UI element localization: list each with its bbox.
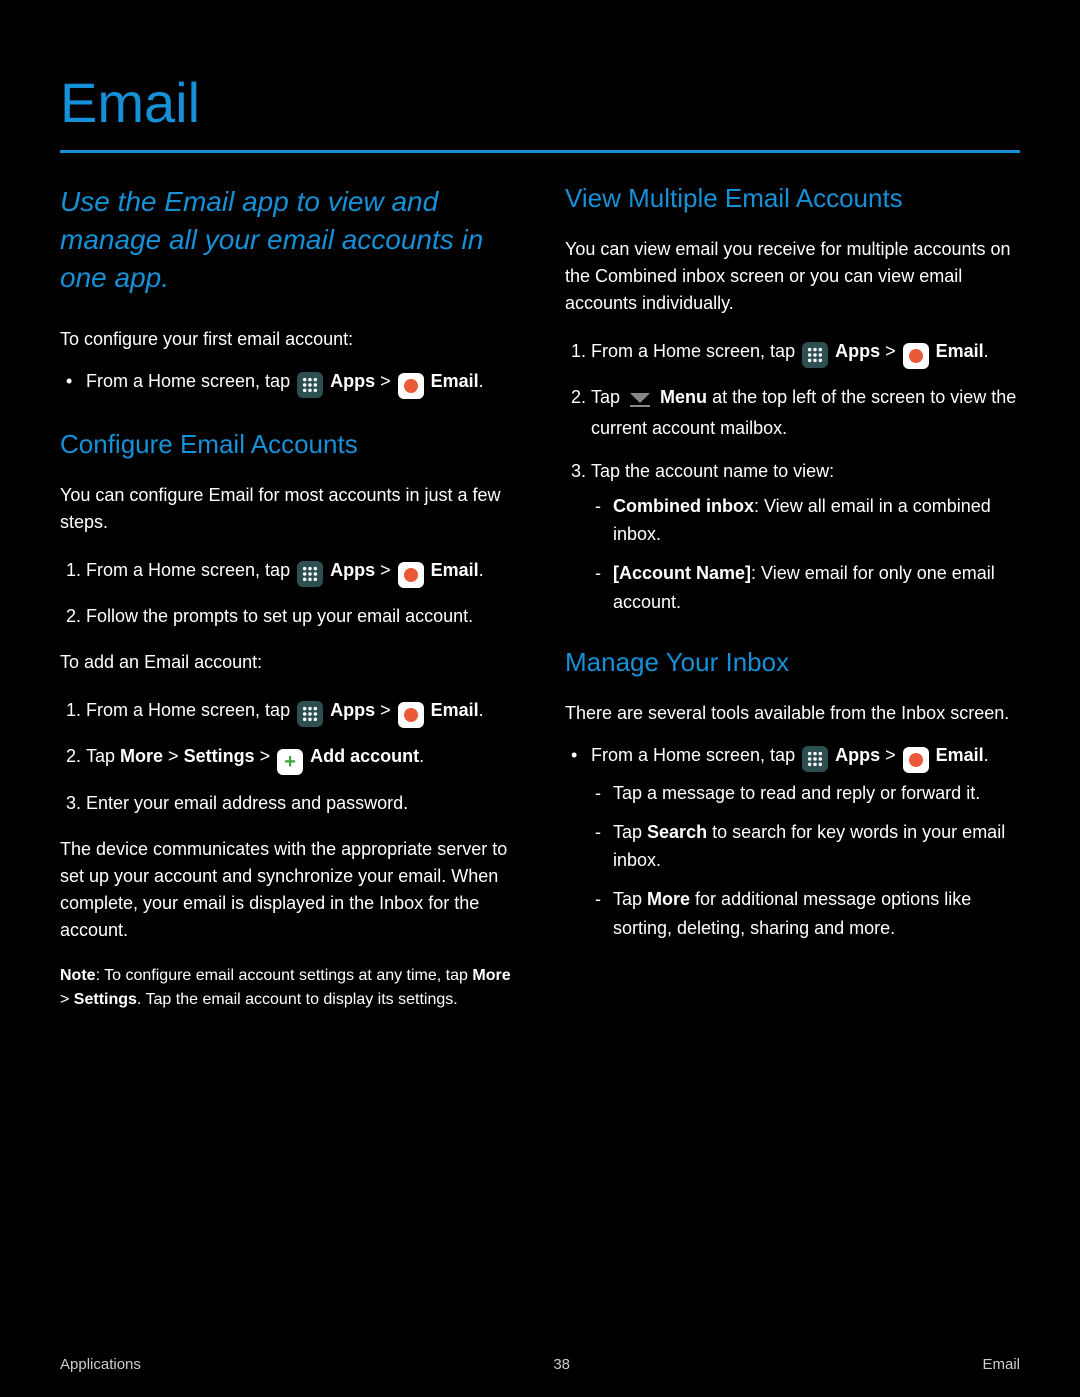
text: More [647, 889, 690, 909]
configure-steps-2: From a Home screen, tap Apps > Email. Ta… [60, 696, 515, 818]
text: . [419, 746, 424, 766]
apps-label: Apps [330, 371, 375, 391]
text: > [380, 700, 396, 720]
step-follow-prompts: Follow the prompts to set up your email … [86, 602, 515, 631]
auto-sync-desc: The device communicates with the appropr… [60, 836, 515, 944]
text: From a Home screen, tap [86, 560, 295, 580]
manage-list: From a Home screen, tap Apps > Email. Ta… [565, 741, 1020, 943]
menu-icon [627, 388, 653, 414]
page: Email Use the Email app to view and mana… [0, 0, 1080, 1012]
text: Tap [591, 387, 625, 407]
manage-sub: Tap a message to read and reply or forwa… [591, 779, 1020, 943]
text: . [479, 700, 484, 720]
manage-more: Tap More for additional message options … [613, 885, 1020, 943]
apps-icon [297, 561, 323, 587]
text: From a Home screen, tap [591, 745, 800, 765]
opt-account-name: [Account Name]: View email for only one … [613, 559, 1020, 617]
note: Note: To configure email account setting… [60, 964, 515, 1012]
menu-label: Menu [660, 387, 707, 407]
text: [Account Name] [613, 563, 751, 583]
text: : To configure email account settings at… [96, 967, 473, 984]
footer: Applications 38 Email [60, 1356, 1020, 1373]
footer-left: Applications [60, 1356, 141, 1373]
text: Tap More > Settings > [86, 746, 275, 766]
text: . [479, 371, 484, 391]
footer-right: Email [982, 1356, 1020, 1373]
account-options: Combined inbox: View all email in a comb… [591, 492, 1020, 617]
text: Tap the account name to view: [591, 461, 834, 481]
config-first-prefix: To configure your first email account: [60, 326, 515, 353]
text: Combined inbox [613, 496, 754, 516]
apps-icon [297, 701, 323, 727]
apps-icon [802, 342, 828, 368]
text: From a Home screen, tap [591, 341, 800, 361]
add-account-label: Add account [310, 746, 419, 766]
apps-label: Apps [330, 560, 375, 580]
text: . [984, 341, 989, 361]
add-account-prefix: To add an Email account: [60, 649, 515, 676]
text: > [885, 341, 901, 361]
page-title: Email [60, 70, 1020, 135]
email-icon [398, 373, 424, 399]
apps-icon [802, 746, 828, 772]
step-enter-email: Enter your email address and password. [86, 789, 515, 818]
configure-desc: You can configure Email for most account… [60, 482, 515, 536]
text: . [984, 745, 989, 765]
email-label: Email [431, 371, 479, 391]
apps-label: Apps [835, 341, 880, 361]
opt-combined-inbox: Combined inbox: View all email in a comb… [613, 492, 1020, 550]
add-icon: + [277, 749, 303, 775]
email-label: Email [431, 700, 479, 720]
intro-text: Use the Email app to view and manage all… [60, 183, 515, 296]
view-steps: From a Home screen, tap Apps > Email. Ta… [565, 337, 1020, 617]
apps-label: Apps [330, 700, 375, 720]
footer-page: 38 [553, 1356, 570, 1373]
email-label: Email [431, 560, 479, 580]
text: . Tap the email account to display its s… [137, 991, 458, 1008]
text: at the top left of the screen to view th… [591, 387, 1016, 438]
text: > [885, 745, 901, 765]
note-label: Note [60, 967, 96, 984]
heading-manage: Manage Your Inbox [565, 647, 1020, 678]
text: . [479, 560, 484, 580]
bullet-from-home-1: From a Home screen, tap Apps > Email. [86, 367, 515, 399]
apps-label: Apps [835, 745, 880, 765]
email-icon [398, 562, 424, 588]
heading-configure: Configure Email Accounts [60, 429, 515, 460]
content-columns: Use the Email app to view and manage all… [60, 183, 1020, 1012]
divider [60, 150, 1020, 153]
text: Tap [613, 822, 647, 842]
email-icon [903, 747, 929, 773]
email-label: Email [936, 341, 984, 361]
step-from-home-4: From a Home screen, tap Apps > Email. [591, 337, 1020, 369]
step-from-home-5: From a Home screen, tap Apps > Email. Ta… [591, 741, 1020, 943]
manage-desc: There are several tools available from t… [565, 700, 1020, 727]
text: More [472, 967, 510, 984]
manage-search: Tap Search to search for key words in yo… [613, 818, 1020, 876]
email-label: Email [936, 745, 984, 765]
left-column: Use the Email app to view and manage all… [60, 183, 515, 1012]
right-column: View Multiple Email Accounts You can vie… [565, 183, 1020, 1012]
heading-view-multiple: View Multiple Email Accounts [565, 183, 1020, 214]
text: Settings [74, 991, 137, 1008]
email-icon [398, 702, 424, 728]
text: > [380, 371, 396, 391]
view-desc: You can view email you receive for multi… [565, 236, 1020, 317]
text: Tap [613, 889, 647, 909]
configure-steps-1: From a Home screen, tap Apps > Email. Fo… [60, 556, 515, 631]
text: From a Home screen, tap [86, 700, 295, 720]
text: > [380, 560, 396, 580]
text: From a Home screen, tap [86, 371, 295, 391]
step-tap-menu: Tap Menu at the top left of the screen t… [591, 383, 1020, 443]
step-tap-account: Tap the account name to view: Combined i… [591, 457, 1020, 617]
email-icon [903, 343, 929, 369]
step-from-home-3: From a Home screen, tap Apps > Email. [86, 696, 515, 728]
step-from-home-2: From a Home screen, tap Apps > Email. [86, 556, 515, 588]
text: > [60, 991, 74, 1008]
text: Search [647, 822, 707, 842]
apps-icon [297, 372, 323, 398]
step-tap-more-add: Tap More > Settings > + Add account. [86, 742, 515, 775]
manage-tap-read: Tap a message to read and reply or forwa… [613, 779, 1020, 808]
